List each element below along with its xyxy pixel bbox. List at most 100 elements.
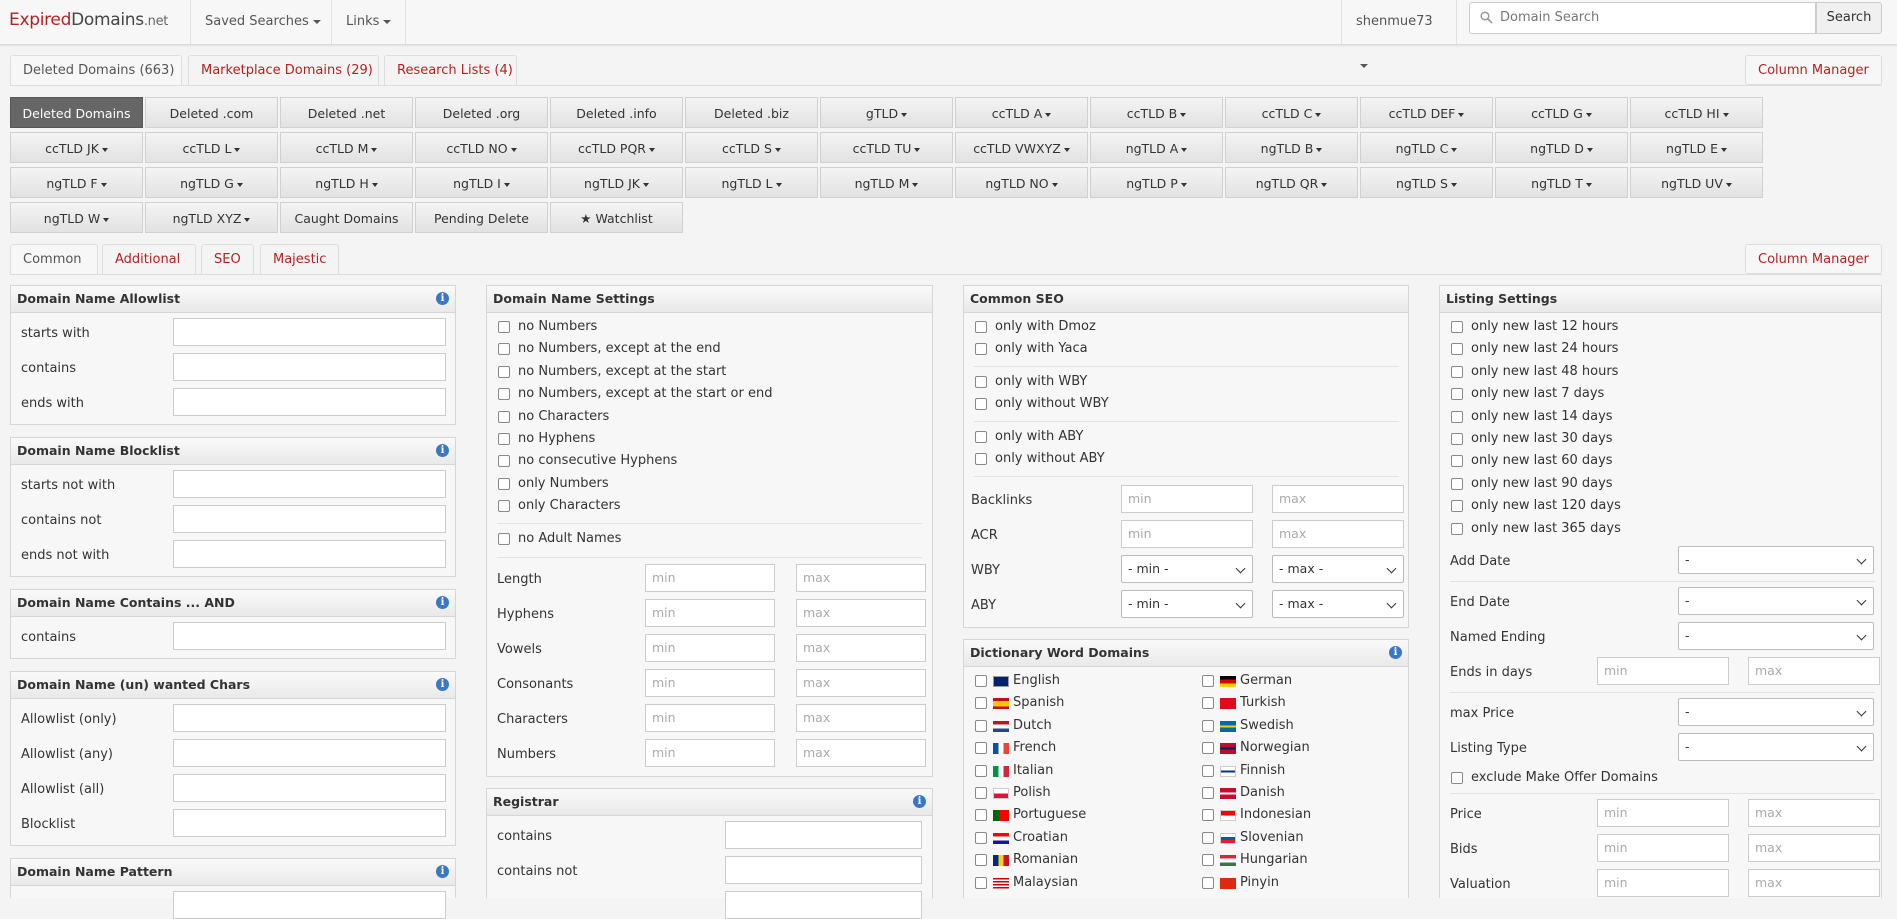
column-manager-button-2[interactable]: Column Manager [1745,244,1882,274]
filter-button-ngtld-qr[interactable]: ngTLD QR [1225,167,1358,198]
only-without-wby-checkbox[interactable] [975,398,987,410]
ends-in-days-max-input[interactable]: max [1748,657,1880,685]
filter-button-cctld-vwxyz[interactable]: ccTLD VWXYZ [955,132,1088,163]
tab-majestic[interactable]: Majestic [260,244,339,274]
checkbox-only-new-last-60-days[interactable] [1451,455,1463,468]
checkbox-only-new-last-365-days[interactable] [1451,522,1463,535]
filter-button-ngtld-m[interactable]: ngTLD M [820,167,953,198]
starts-with-input[interactable] [173,318,446,346]
filter-button-cctld-tu[interactable]: ccTLD TU [820,132,953,163]
filter-button-ngtld-s[interactable]: ngTLD S [1360,167,1493,198]
named-ending-select[interactable]: - [1678,622,1874,650]
checkbox-danish[interactable] [1202,787,1214,799]
filter-button-gtld[interactable]: gTLD [820,97,953,128]
checkbox-only-characters[interactable] [498,500,510,513]
registrar-contains-not-input[interactable] [725,856,922,884]
checkbox-english[interactable] [975,675,987,687]
filter-button-cctld-m[interactable]: ccTLD M [280,132,413,163]
filter-button-cctld-g[interactable]: ccTLD G [1495,97,1628,128]
checkbox-only-new-last-12-hours[interactable] [1451,321,1463,333]
valuation-max-input[interactable]: max [1748,869,1880,897]
info-icon[interactable]: i [913,795,926,808]
filter-button-cctld-b[interactable]: ccTLD B [1090,97,1223,128]
vowels-max-input[interactable]: max [796,634,926,662]
tab-seo[interactable]: SEO [201,244,254,274]
filter-button-deleted-net[interactable]: Deleted .net [280,97,413,128]
checkbox-only-new-last-24-hours[interactable] [1451,343,1463,356]
checkbox-slovenian[interactable] [1202,831,1214,844]
filter-button-cctld-pqr[interactable]: ccTLD PQR [550,132,683,163]
checkbox-portuguese[interactable] [975,809,987,822]
checkbox-only-numbers[interactable] [498,477,510,490]
price-min-input[interactable]: min [1597,799,1729,827]
aby-max-select[interactable]: - max - [1272,590,1404,618]
checkbox-no-hyphens[interactable] [498,433,510,445]
search-button[interactable]: Search [1816,2,1882,34]
wby-min-select[interactable]: - min - [1121,555,1253,583]
filter-button-ngtld-t[interactable]: ngTLD T [1495,167,1628,198]
filter-button-cctld-def[interactable]: ccTLD DEF [1360,97,1493,128]
checkbox-spanish[interactable] [975,697,987,710]
filter-button-ngtld-p[interactable]: ngTLD P [1090,167,1223,198]
checkbox-italian[interactable] [975,764,987,777]
filter-button-ngtld-w[interactable]: ngTLD W [10,202,143,233]
allowlist-all-input[interactable] [173,774,446,802]
backlinks-max-input[interactable]: max [1272,485,1404,513]
allowlist-any-input[interactable] [173,739,446,767]
checkbox-romanian[interactable] [975,854,987,867]
filter-button-cctld-no[interactable]: ccTLD NO [415,132,548,163]
length-min-input[interactable]: min [645,564,775,592]
checkbox-no-numbers[interactable] [498,321,510,333]
filter-button-ngtld-f[interactable]: ngTLD F [10,167,143,198]
column-manager-button[interactable]: Column Manager [1745,55,1882,85]
acr-min-input[interactable]: min [1121,520,1253,548]
pattern-input[interactable] [173,891,446,919]
numbers-max-input[interactable]: max [796,739,926,767]
filter-button-cctld-l[interactable]: ccTLD L [145,132,278,163]
tab-deleted-domains[interactable]: Deleted Domains (663) [10,55,182,85]
only-with-dmoz-checkbox[interactable] [975,321,987,333]
bids-max-input[interactable]: max [1748,834,1880,862]
checkbox-only-new-last-120-days[interactable] [1451,500,1463,513]
site-logo[interactable]: ExpiredDomains.net [9,10,168,30]
checkbox-no-consecutive-hyphens[interactable] [498,455,510,468]
numbers-min-input[interactable]: min [645,739,775,767]
filter-button-ngtld-e[interactable]: ngTLD E [1630,132,1763,163]
filter-button-pending-delete[interactable]: Pending Delete [415,202,548,233]
checkbox-only-new-last-90-days[interactable] [1451,477,1463,490]
filter-button-deleted-org[interactable]: Deleted .org [415,97,548,128]
checkbox-no-numbers-except-at-the-start[interactable] [498,365,510,378]
checkbox-indonesian[interactable] [1202,809,1214,822]
characters-min-input[interactable]: min [645,704,775,732]
checkbox-norwegian[interactable] [1202,742,1214,755]
filter-button-ngtld-a[interactable]: ngTLD A [1090,132,1223,163]
ends-in-days-min-input[interactable]: min [1597,657,1729,685]
checkbox-croatian[interactable] [975,831,987,844]
filter-button-deleted-info[interactable]: Deleted .info [550,97,683,128]
checkbox-no-numbers-except-at-the-end[interactable] [498,343,510,356]
contains-input[interactable] [173,353,446,381]
end-date-select[interactable]: - [1678,587,1874,615]
filter-button-cctld-hi[interactable]: ccTLD HI [1630,97,1763,128]
ends-not-with-input[interactable] [173,540,446,568]
only-without-aby-checkbox[interactable] [975,453,987,465]
price-max-input[interactable]: max [1748,799,1880,827]
consonants-max-input[interactable]: max [796,669,926,697]
filter-button-ngtld-b[interactable]: ngTLD B [1225,132,1358,163]
length-max-input[interactable]: max [796,564,926,592]
filter-button-ngtld-jk[interactable]: ngTLD JK [550,167,683,198]
user-menu[interactable]: shenmue73 [1341,0,1457,68]
filter-button-ngtld-xyz[interactable]: ngTLD XYZ [145,202,278,233]
contains-and-input[interactable] [173,622,446,650]
filter-button-cctld-jk[interactable]: ccTLD JK [10,132,143,163]
chars-blocklist-input[interactable] [173,809,446,837]
info-icon[interactable]: i [1389,646,1402,659]
bids-min-input[interactable]: min [1597,834,1729,862]
links-menu[interactable]: Links [331,0,407,44]
filter-button-ngtld-g[interactable]: ngTLD G [145,167,278,198]
domain-search-input[interactable] [1498,9,1802,26]
checkbox-dutch[interactable] [975,719,987,732]
checkbox-only-new-last-30-days[interactable] [1451,433,1463,445]
only-with-yaca-checkbox[interactable] [975,343,987,355]
info-icon[interactable]: i [436,865,449,878]
